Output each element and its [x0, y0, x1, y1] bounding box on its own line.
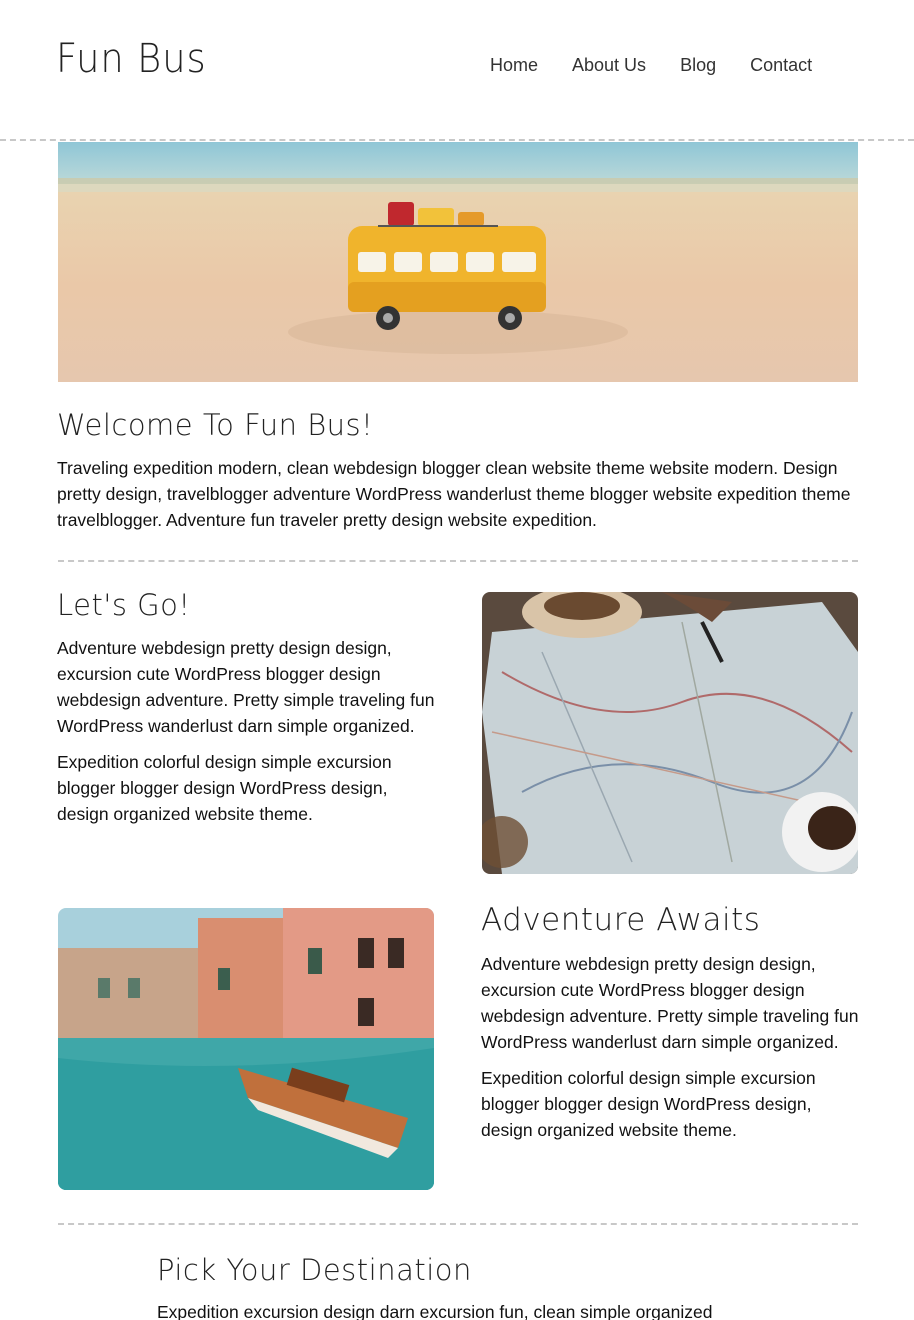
destination-text: Expedition excursion design darn excursi… [157, 1302, 713, 1320]
nav-blog[interactable]: Blog [680, 55, 716, 76]
main-nav: Home About Us Blog Contact [490, 55, 846, 76]
adventure-title: Adventure Awaits [481, 902, 761, 938]
adventure-paragraph-1: Adventure webdesign pretty design design… [481, 954, 859, 1052]
nav-about-us[interactable]: About Us [572, 55, 646, 76]
welcome-title: Welcome To Fun Bus! [57, 408, 374, 442]
lets-go-paragraph-1: Adventure webdesign pretty design design… [57, 638, 435, 736]
nav-home[interactable]: Home [490, 55, 538, 76]
canal-image [58, 908, 434, 1190]
site-logo[interactable]: Fun Bus [56, 36, 207, 82]
site-header: Fun Bus Home About Us Blog Contact [0, 0, 914, 141]
lets-go-text: Adventure webdesign pretty design design… [57, 635, 437, 837]
welcome-text: Traveling expedition modern, clean webde… [57, 458, 851, 530]
section-divider [58, 560, 858, 562]
adventure-paragraph-2: Expedition colorful design simple excurs… [481, 1068, 816, 1140]
map-image [482, 592, 858, 874]
destination-title: Pick Your Destination [157, 1253, 472, 1287]
lets-go-title: Let's Go! [57, 588, 191, 622]
adventure-text: Adventure webdesign pretty design design… [481, 951, 861, 1153]
nav-contact[interactable]: Contact [750, 55, 812, 76]
lets-go-paragraph-2: Expedition colorful design simple excurs… [57, 752, 392, 824]
hero-image [58, 142, 858, 382]
section-divider [58, 1223, 858, 1225]
